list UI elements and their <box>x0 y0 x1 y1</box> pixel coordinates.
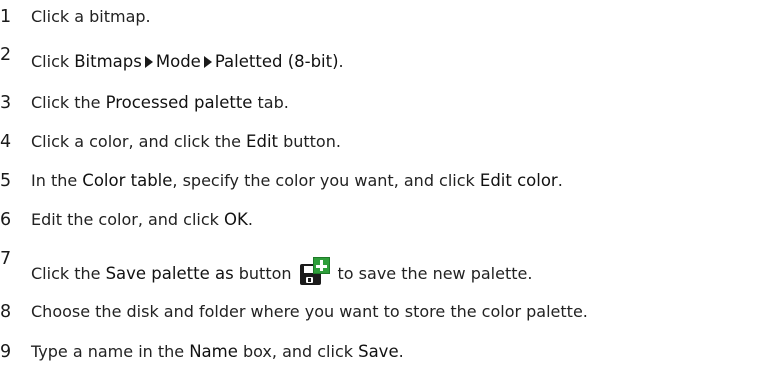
step-text-prefix: In the <box>31 171 83 190</box>
step-text: Edit the color, and click OK. <box>31 209 253 231</box>
step-text-suffix: to save the new palette. <box>337 264 533 283</box>
step-text-suffix: . <box>338 52 344 71</box>
step-number: 8 <box>0 302 12 322</box>
save-label: Save <box>358 342 399 361</box>
step-text-prefix: Click the <box>31 264 106 283</box>
step-text-prefix: Type a name in the <box>31 342 190 361</box>
plus-icon <box>312 257 330 274</box>
step-text-suffix: tab. <box>252 93 289 112</box>
step-text: Choose the disk and folder where you wan… <box>31 301 588 323</box>
menu-arrow-icon <box>144 56 153 68</box>
step-number: 2 <box>0 45 12 65</box>
step-number: 3 <box>0 93 12 113</box>
edit-color-label: Edit color <box>479 171 558 190</box>
processed-palette-tab-label: Processed palette <box>105 93 253 112</box>
step-text: Click a color, and click the Edit button… <box>31 131 341 153</box>
step-text-prefix: Click <box>31 52 75 71</box>
step-text-prefix: Edit the color, and click <box>31 210 225 229</box>
step-text-middle: , specify the color you want, and click <box>172 171 480 190</box>
step-text: Click Bitmaps Mode Paletted (8-bit). <box>31 51 344 73</box>
step-text-prefix: Click a color, and click the <box>31 132 247 151</box>
step-text-part: Click a bitmap. <box>31 7 151 26</box>
procedure-steps: 1 Click a bitmap. 2 Click Bitmaps Mode Pal… <box>0 0 759 374</box>
step-text-middle: button <box>233 264 292 283</box>
step-text-suffix: . <box>398 342 404 361</box>
step-number: 7 <box>0 249 12 269</box>
menu-paletted-8-bit: Paletted (8-bit) <box>214 52 339 71</box>
step-text-middle: box, and click <box>237 342 359 361</box>
edit-button-label: Edit <box>246 132 278 151</box>
step-text: Click the Save palette as button to save … <box>31 257 532 287</box>
step-number: 6 <box>0 210 12 230</box>
menu-mode: Mode <box>155 52 201 71</box>
step-text-prefix: Choose the disk and folder where you wan… <box>31 302 588 321</box>
step-number: 5 <box>0 171 12 191</box>
step-text: In the Color table, specify the color yo… <box>31 170 563 192</box>
step-number: 4 <box>0 132 12 152</box>
save-palette-as-label: Save palette as <box>105 264 234 283</box>
ok-label: OK <box>224 210 248 229</box>
step-text-prefix: Click the <box>31 93 106 112</box>
menu-arrow-icon <box>203 56 212 68</box>
step-text: Click the Processed palette tab. <box>31 92 289 114</box>
color-table-label: Color table <box>82 171 173 190</box>
name-box-label: Name <box>189 342 238 361</box>
step-text-suffix: button. <box>278 132 341 151</box>
step-text-suffix: . <box>247 210 253 229</box>
step-text: Type a name in the Name box, and click S… <box>31 341 404 363</box>
step-number: 1 <box>0 7 12 27</box>
step-number: 9 <box>0 342 12 362</box>
menu-bitmaps: Bitmaps <box>74 52 142 71</box>
step-text: Click a bitmap. <box>31 6 151 28</box>
step-text-suffix: . <box>557 171 563 190</box>
save-palette-as-icon <box>298 257 332 287</box>
